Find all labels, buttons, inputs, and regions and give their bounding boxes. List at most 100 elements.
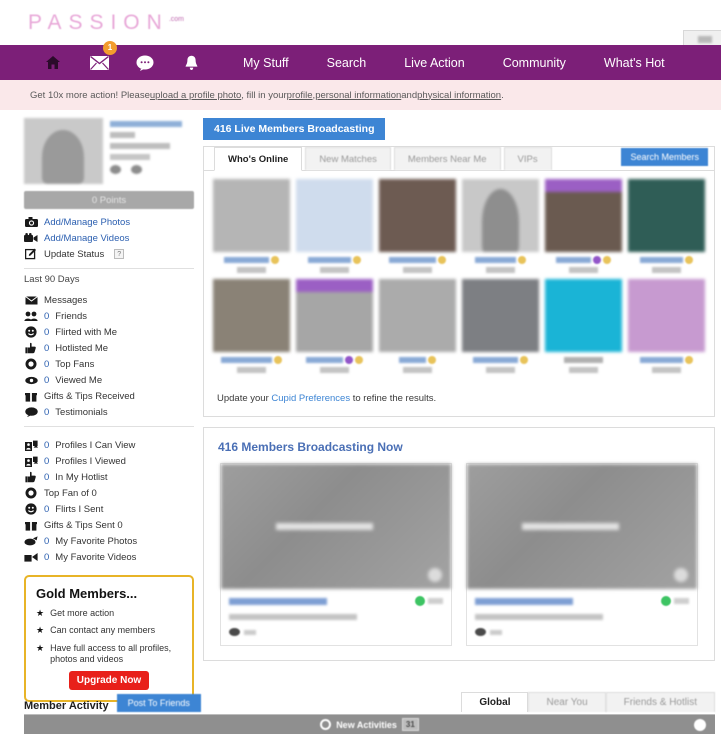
member-tile[interactable] bbox=[628, 279, 705, 373]
avatar[interactable] bbox=[24, 118, 103, 184]
nav-item-whats-hot[interactable]: What's Hot bbox=[585, 56, 684, 70]
member-username-redacted[interactable] bbox=[306, 357, 343, 363]
sidebar-stat-in-my-hotlist[interactable]: 0 In My Hotlist bbox=[24, 469, 194, 485]
member-username-redacted[interactable] bbox=[221, 357, 272, 363]
broadcaster-username-redacted[interactable] bbox=[229, 598, 327, 605]
member-photo[interactable] bbox=[296, 279, 373, 352]
new-activities-bar[interactable]: New Activities 31 bbox=[24, 714, 715, 734]
member-photo[interactable] bbox=[379, 279, 456, 352]
cupid-preferences-link[interactable]: Cupid Preferences bbox=[271, 393, 350, 404]
member-tile[interactable] bbox=[628, 179, 705, 273]
sidebar-stat-gifts-sent[interactable]: Gifts & Tips Sent 0 bbox=[24, 517, 194, 533]
member-tile[interactable] bbox=[379, 179, 456, 273]
alert-link-physical-information[interactable]: physical information bbox=[417, 90, 501, 101]
sidebar-stat-top-fan-of[interactable]: Top Fan of 0 bbox=[24, 485, 194, 501]
broadcast-thumbnail[interactable] bbox=[467, 464, 697, 589]
member-photo[interactable] bbox=[545, 179, 622, 252]
sidebar-stat-label-profiles-viewed: Profiles I Viewed bbox=[55, 456, 126, 467]
member-username-redacted[interactable] bbox=[399, 357, 427, 363]
member-tile[interactable] bbox=[462, 179, 539, 273]
member-photo[interactable] bbox=[462, 179, 539, 252]
member-username-redacted[interactable] bbox=[640, 357, 683, 363]
member-username-redacted[interactable] bbox=[640, 257, 683, 263]
sidebar-stat-top-fans[interactable]: 0 Top Fans bbox=[24, 356, 194, 372]
member-username-redacted[interactable] bbox=[475, 257, 515, 263]
alert-link-profile[interactable]: profile bbox=[287, 90, 313, 101]
sidebar-stat-friends[interactable]: 0 Friends bbox=[24, 308, 194, 324]
profile-icon-2[interactable] bbox=[131, 165, 142, 174]
member-tile[interactable] bbox=[462, 279, 539, 373]
nav-item-search[interactable]: Search bbox=[308, 56, 386, 70]
sidebar-item-add-manage-videos[interactable]: Add/Manage Videos bbox=[24, 230, 194, 246]
nav-chat-button[interactable] bbox=[122, 45, 168, 80]
tab-new-matches[interactable]: New Matches bbox=[305, 147, 391, 170]
broadcast-thumbnail[interactable] bbox=[221, 464, 451, 589]
tab-whos-online[interactable]: Who's Online bbox=[214, 147, 302, 171]
search-members-button[interactable]: Search Members bbox=[621, 148, 708, 166]
member-tile[interactable] bbox=[545, 279, 622, 373]
update-status-help-icon[interactable]: ? bbox=[114, 249, 124, 259]
sidebar-stat-profiles-i-viewed[interactable]: 0 Profiles I Viewed bbox=[24, 453, 194, 469]
member-tile[interactable] bbox=[296, 279, 373, 373]
member-username-redacted[interactable] bbox=[308, 257, 350, 263]
member-photo[interactable] bbox=[213, 179, 290, 252]
nav-item-community[interactable]: Community bbox=[484, 56, 585, 70]
activity-tab-near-you[interactable]: Near You bbox=[528, 692, 605, 712]
activity-settings-icon[interactable] bbox=[694, 719, 706, 731]
member-username-redacted[interactable] bbox=[564, 357, 603, 363]
broadcast-card[interactable] bbox=[466, 463, 698, 646]
gold-badge-icon bbox=[520, 356, 528, 364]
member-tile[interactable] bbox=[213, 279, 290, 373]
tab-vips[interactable]: VIPs bbox=[504, 147, 552, 170]
sidebar-stat-hotlisted-me[interactable]: 0 Hotlisted Me bbox=[24, 340, 194, 356]
sidebar-stat-profiles-i-can-view[interactable]: 0 Profiles I Can View bbox=[24, 437, 194, 453]
member-photo[interactable] bbox=[213, 279, 290, 352]
member-photo[interactable] bbox=[296, 179, 373, 252]
member-tile[interactable] bbox=[213, 179, 290, 273]
sidebar-item-update-status[interactable]: Update Status ? bbox=[24, 246, 194, 262]
nav-item-live-action[interactable]: Live Action bbox=[385, 56, 483, 70]
post-to-friends-button[interactable]: Post To Friends bbox=[117, 694, 201, 712]
member-username-redacted[interactable] bbox=[224, 257, 269, 263]
member-photo[interactable] bbox=[462, 279, 539, 352]
sidebar-stat-flirted-with-me[interactable]: 0 Flirted with Me bbox=[24, 324, 194, 340]
activity-tab-friends-hotlist[interactable]: Friends & Hotlist bbox=[606, 692, 715, 712]
sidebar-stat-testimonials[interactable]: 0 Testimonials bbox=[24, 404, 194, 420]
member-photo[interactable] bbox=[628, 179, 705, 252]
member-username-redacted[interactable] bbox=[556, 257, 591, 263]
broadcast-card[interactable] bbox=[220, 463, 452, 646]
member-tile[interactable] bbox=[545, 179, 622, 273]
profile-username-redacted[interactable] bbox=[110, 121, 182, 127]
member-tile[interactable] bbox=[379, 279, 456, 373]
member-photo[interactable] bbox=[379, 179, 456, 252]
member-username-redacted[interactable] bbox=[473, 357, 518, 363]
alert-link-upload-photo[interactable]: upload a profile photo bbox=[150, 90, 241, 101]
member-username-redacted[interactable] bbox=[389, 257, 435, 263]
sidebar-stat-messages[interactable]: Messages bbox=[24, 292, 194, 308]
sidebar-stat-flirts-i-sent[interactable]: 0 Flirts I Sent bbox=[24, 501, 194, 517]
nav-notifications-button[interactable] bbox=[168, 45, 214, 80]
nav-item-my-stuff[interactable]: My Stuff bbox=[224, 56, 308, 70]
live-members-ribbon[interactable]: 416 Live Members Broadcasting bbox=[203, 118, 385, 140]
sidebar-item-add-manage-photos[interactable]: Add/Manage Photos bbox=[24, 214, 194, 230]
new-activities-count-badge: 31 bbox=[402, 718, 419, 731]
broadcasting-title[interactable]: 416 Members Broadcasting Now bbox=[204, 428, 714, 463]
sidebar-stat-gifts-received[interactable]: Gifts & Tips Received bbox=[24, 388, 194, 404]
activity-tab-global[interactable]: Global bbox=[461, 692, 528, 712]
alert-link-personal-information[interactable]: personal information bbox=[315, 90, 401, 101]
sidebar-stat-viewed-me[interactable]: 0 Viewed Me bbox=[24, 372, 194, 388]
site-logo[interactable]: PASSION.com bbox=[28, 11, 184, 35]
sidebar-stat-my-favorite-photos[interactable]: 0 My Favorite Photos bbox=[24, 533, 194, 549]
tab-members-near-me[interactable]: Members Near Me bbox=[394, 147, 501, 170]
upgrade-now-button[interactable]: Upgrade Now bbox=[69, 671, 149, 690]
profile-icon-1[interactable] bbox=[110, 165, 121, 174]
nav-home-button[interactable] bbox=[30, 45, 76, 80]
member-photo[interactable] bbox=[628, 279, 705, 352]
member-photo[interactable] bbox=[545, 279, 622, 352]
member-tile[interactable] bbox=[296, 179, 373, 273]
sidebar-stat-label-favorite-videos: My Favorite Videos bbox=[55, 552, 136, 563]
nav-messages-button[interactable]: 1 bbox=[76, 45, 122, 80]
sidebar-stat-my-favorite-videos[interactable]: 0 My Favorite Videos bbox=[24, 549, 194, 565]
broadcaster-username-redacted[interactable] bbox=[475, 598, 573, 605]
points-button[interactable]: 0 Points bbox=[24, 191, 194, 209]
